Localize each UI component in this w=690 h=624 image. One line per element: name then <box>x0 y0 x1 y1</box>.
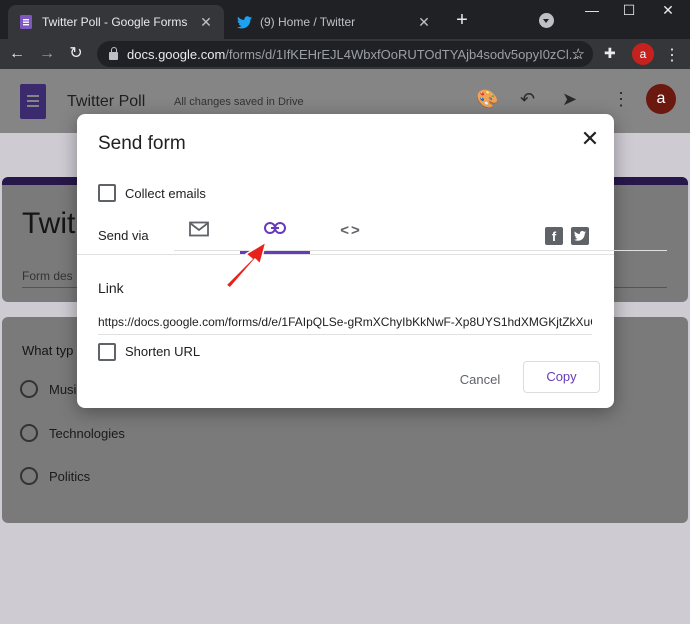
maximize-icon[interactable]: ☐ <box>619 2 639 19</box>
address-bar[interactable]: docs.google.com/forms/d/1IfKEHrEJL4WbxfO… <box>97 41 593 67</box>
send-icon[interactable]: ➤ <box>562 89 577 110</box>
twitter-icon[interactable] <box>571 227 589 245</box>
dialog-title: Send form <box>98 133 186 154</box>
undo-icon[interactable]: ↶ <box>520 89 535 110</box>
send-via-label: Send via <box>98 228 149 243</box>
link-icon <box>264 222 286 234</box>
collect-emails-label: Collect emails <box>125 186 206 201</box>
embed-icon: <> <box>340 222 362 239</box>
cancel-button[interactable]: Cancel <box>447 368 513 392</box>
browser-tabbar: Twitter Poll - Google Forms ✕ (9) Home /… <box>0 0 690 39</box>
email-icon <box>189 221 209 237</box>
collect-emails-checkbox[interactable] <box>98 184 116 202</box>
option-label: Technologies <box>49 425 125 441</box>
radio-icon <box>20 424 38 442</box>
lock-icon <box>109 47 118 60</box>
url-path: /forms/d/1IfKEHrEJL4WbxfOoRUTOdTYAjb4sod… <box>225 46 580 62</box>
url-domain: docs.google.com <box>127 46 226 62</box>
new-tab-icon[interactable]: + <box>452 10 472 30</box>
tab-title: (9) Home / Twitter <box>260 15 356 29</box>
google-forms-logo-icon[interactable] <box>20 84 46 119</box>
question-text[interactable]: What typ <box>22 343 73 358</box>
radio-icon <box>20 467 38 485</box>
option-item[interactable]: Musi <box>20 380 76 398</box>
send-form-dialog: Send form ✕ Collect emails Send via <> f… <box>77 114 667 408</box>
tab-twitter[interactable]: (9) Home / Twitter ✕ <box>226 5 442 39</box>
option-label: Musi <box>49 381 77 397</box>
dialog-divider <box>77 254 614 255</box>
form-title-field[interactable]: Twit <box>22 207 75 241</box>
close-icon[interactable]: ✕ <box>579 128 601 150</box>
red-arrow-annotation-icon <box>225 241 267 289</box>
tab-search-icon[interactable] <box>539 13 554 28</box>
save-status: All changes saved in Drive <box>174 96 304 108</box>
radio-icon <box>20 380 38 398</box>
forward-icon[interactable]: → <box>36 43 58 65</box>
option-label: Politics <box>49 468 91 484</box>
copy-button[interactable]: Copy <box>523 361 600 393</box>
extensions-puzzle-icon[interactable]: ✚ <box>604 45 616 62</box>
back-icon[interactable]: ← <box>6 43 28 65</box>
option-item[interactable]: Technologies <box>20 424 125 442</box>
browser-profile-avatar[interactable]: a <box>632 43 654 65</box>
google-forms-favicon-icon <box>18 14 34 30</box>
close-tab-icon[interactable]: ✕ <box>416 14 432 31</box>
browser-toolbar: ← → ↻ docs.google.com/forms/d/1IfKEHrEJL… <box>0 39 690 69</box>
twitter-favicon-icon <box>236 14 252 30</box>
option-item[interactable]: Politics <box>20 467 90 485</box>
tab-google-forms[interactable]: Twitter Poll - Google Forms ✕ <box>8 5 224 39</box>
browser-menu-icon[interactable]: ⋮ <box>664 45 680 65</box>
bookmark-star-icon[interactable]: ☆ <box>572 45 585 63</box>
link-label: Link <box>98 280 124 296</box>
reload-icon[interactable]: ↻ <box>65 43 87 65</box>
link-url-field[interactable]: https://docs.google.com/forms/d/e/1FAIpQ… <box>98 315 592 335</box>
close-tab-icon[interactable]: ✕ <box>198 14 214 31</box>
more-options-icon[interactable]: ⋮ <box>612 89 630 110</box>
account-avatar[interactable]: a <box>646 84 676 114</box>
facebook-icon[interactable]: f <box>545 227 563 245</box>
palette-icon[interactable]: 🎨 <box>476 89 498 110</box>
shorten-url-checkbox[interactable] <box>98 343 116 361</box>
form-description-field[interactable]: Form des <box>22 269 73 283</box>
tab-title: Twitter Poll - Google Forms <box>42 15 188 29</box>
minimize-icon[interactable]: — <box>582 2 602 18</box>
shorten-url-label: Shorten URL <box>125 344 201 359</box>
window-close-icon[interactable]: ✕ <box>658 2 678 19</box>
form-doc-title[interactable]: Twitter Poll <box>67 93 145 111</box>
